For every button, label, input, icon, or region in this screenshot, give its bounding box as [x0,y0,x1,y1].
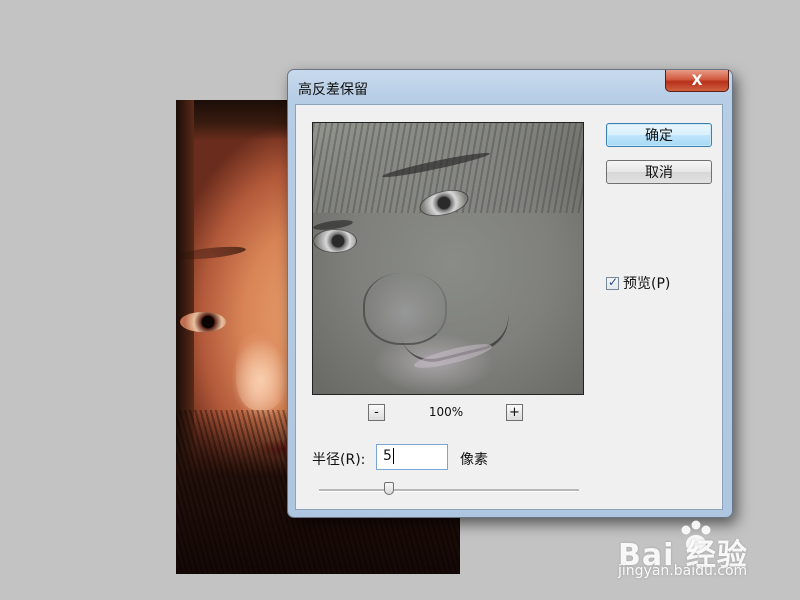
plus-icon: + [509,405,520,420]
radius-unit: 像素 [460,452,488,468]
baidu-watermark: Bai 经验 jingyan.baidu.com [616,516,800,600]
cancel-button[interactable]: 取消 [606,160,712,184]
radius-slider-track[interactable] [319,489,579,492]
dialog-content: - 100% + 确定 取消 ✓ 预览(P) 半径(R): 5 像素 [295,104,723,510]
watermark-url: jingyan.baidu.com [618,563,748,579]
ok-button-label: 确定 [645,128,673,144]
zoom-level: 100% [428,405,464,419]
filter-preview[interactable] [312,122,584,395]
checkmark-icon: ✓ [608,274,619,289]
text-caret [392,448,394,464]
preview-checkbox[interactable]: ✓ [606,274,619,290]
high-pass-dialog: 高反差保留 X - 100% + 确定 取消 ✓ 预览(P) 半径(R): 5 … [287,69,733,518]
ok-button[interactable]: 确定 [606,123,712,147]
radius-slider-thumb[interactable] [384,482,395,495]
radius-input[interactable]: 5 [376,444,448,470]
photo-eye [180,312,226,332]
photo-nose [236,330,286,410]
dialog-titlebar[interactable]: 高反差保留 X [288,70,732,104]
dialog-title: 高反差保留 [298,82,368,98]
radius-value: 5 [383,448,392,464]
preview-checkbox-label: 预览(P) [623,276,671,292]
cancel-button-label: 取消 [645,165,673,181]
close-button[interactable]: X [665,70,729,92]
radius-label: 半径(R): [312,452,366,468]
minus-icon: - [374,405,379,420]
zoom-out-button[interactable]: - [368,404,385,421]
preview-toggle[interactable]: ✓ 预览(P) [606,273,670,293]
zoom-in-button[interactable]: + [506,404,523,421]
close-icon: X [691,72,703,89]
preview-eye-left [313,229,357,253]
